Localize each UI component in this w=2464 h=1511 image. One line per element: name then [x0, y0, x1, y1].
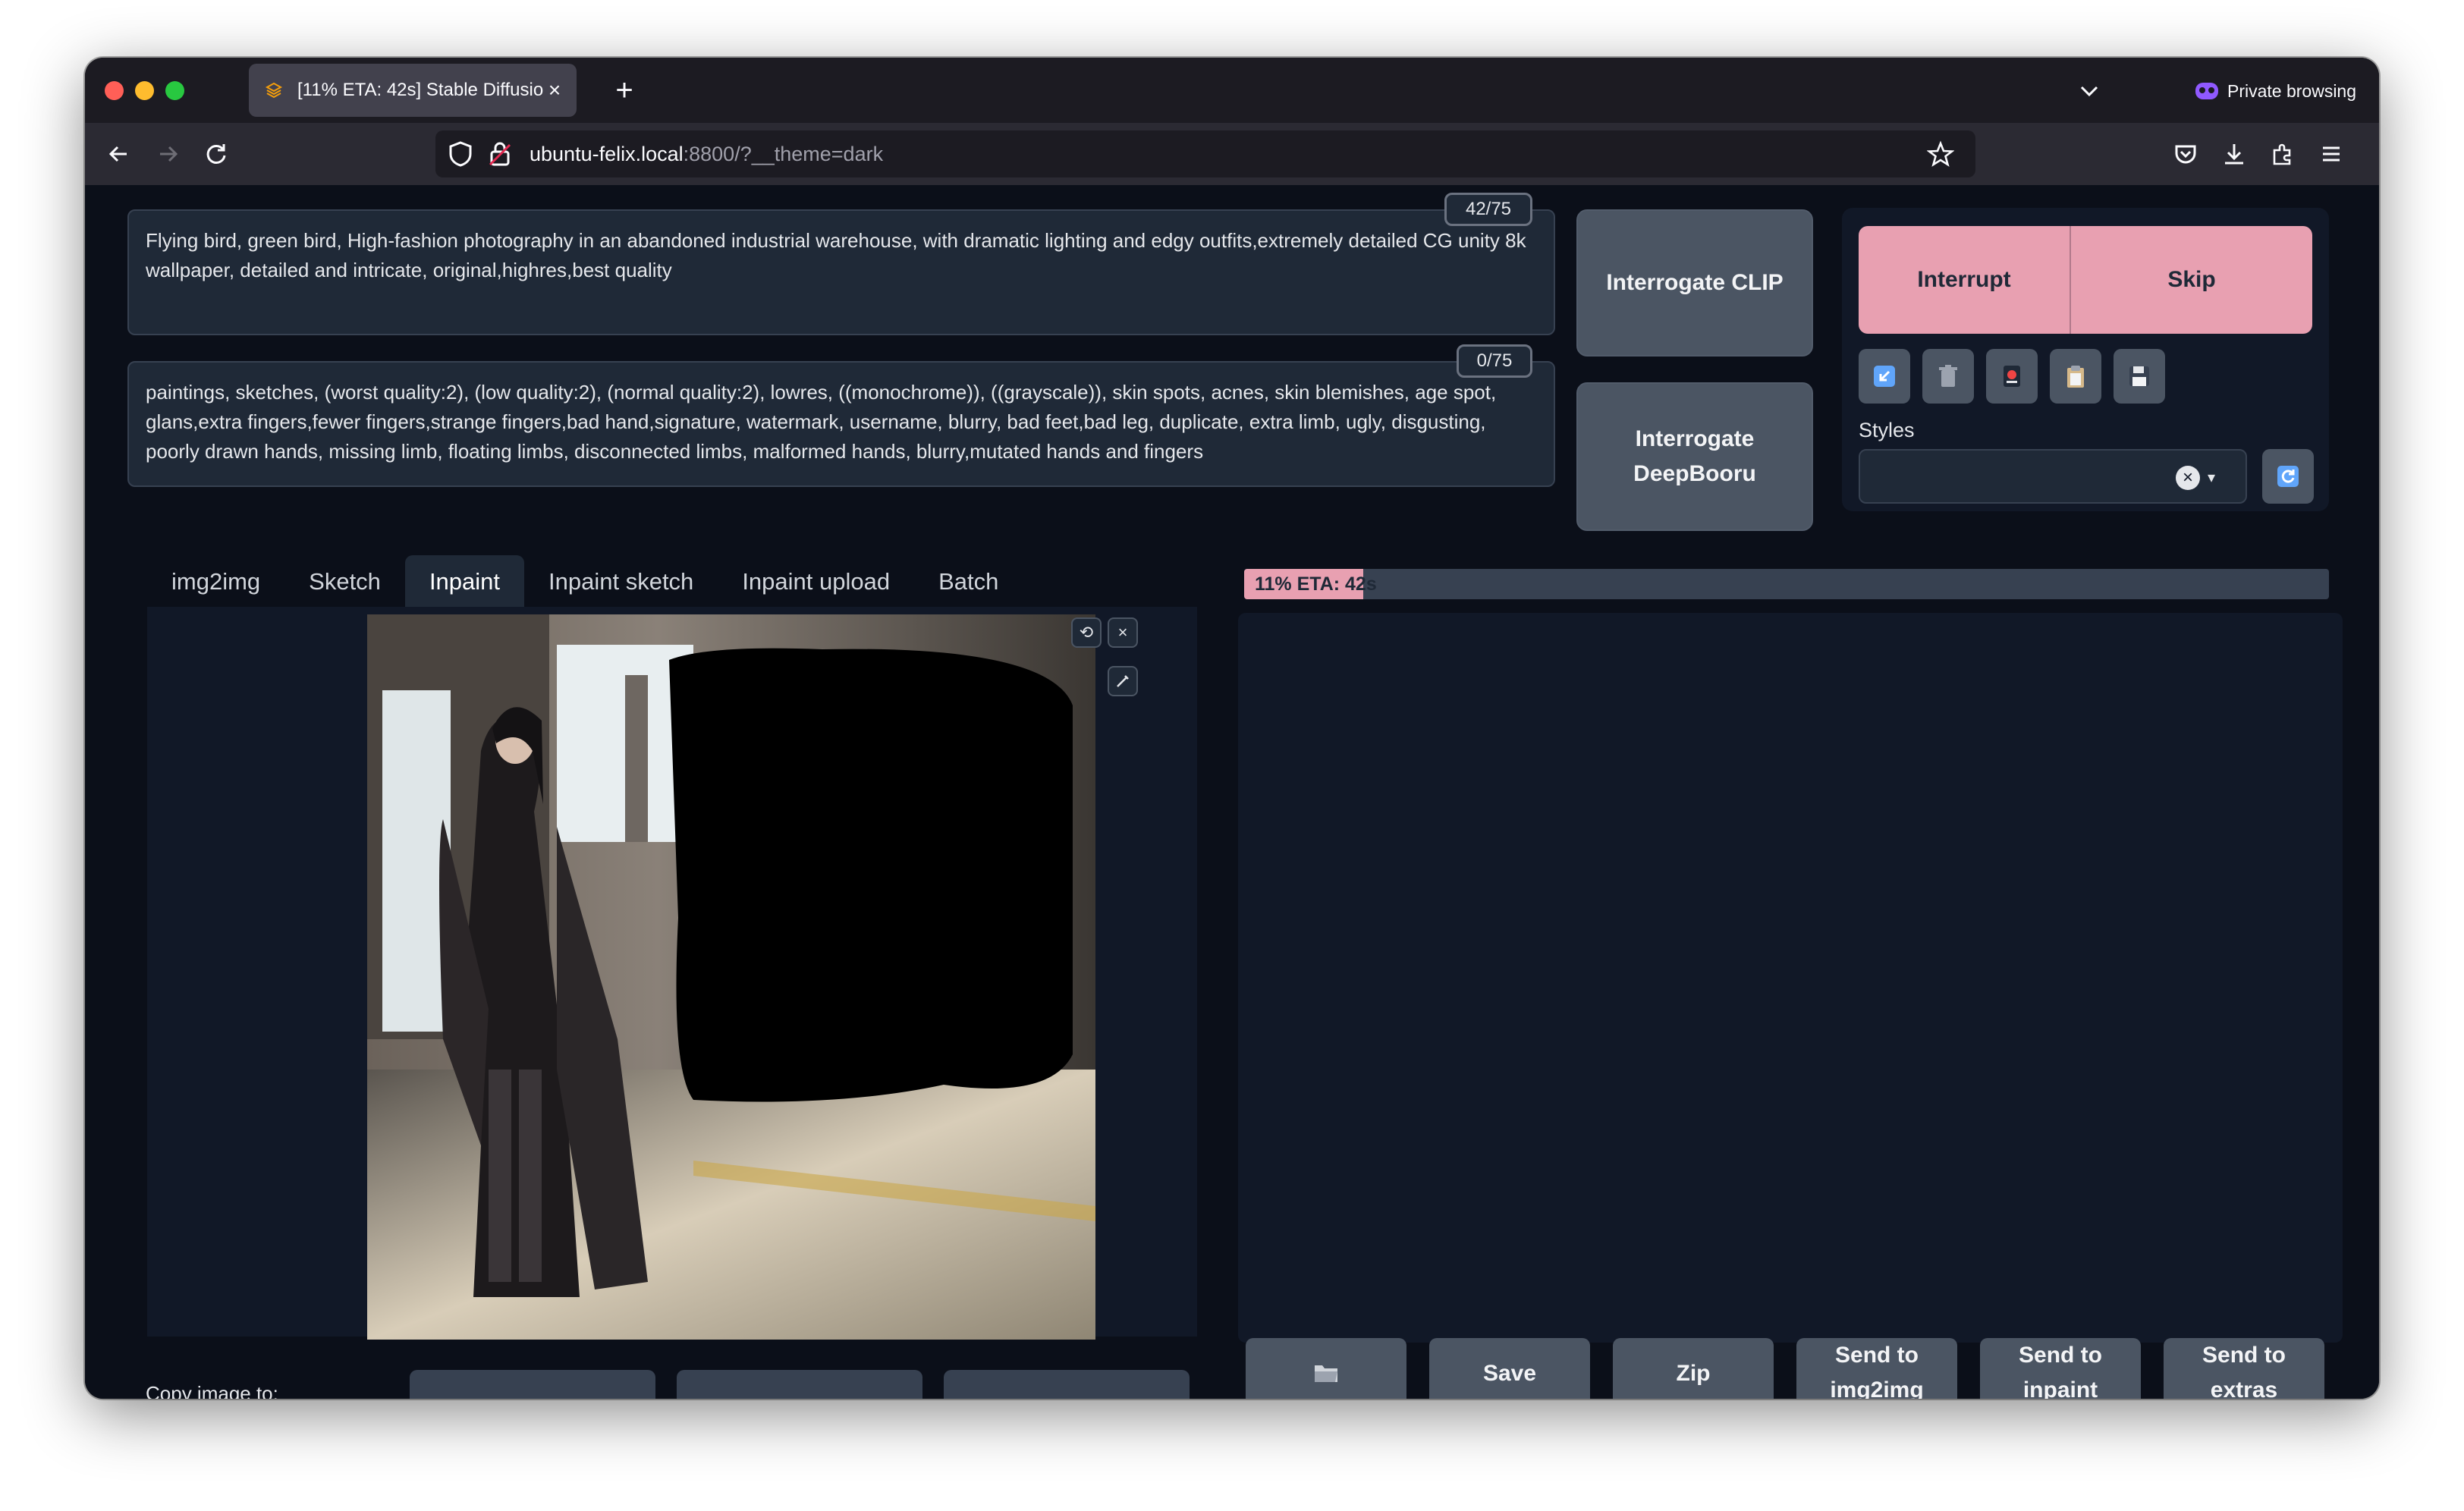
navigation-bar: ubuntu-felix.local:8800/?__theme=dark	[85, 123, 2379, 185]
pocket-icon[interactable]	[2167, 135, 2205, 173]
undo-icon[interactable]: ⟲	[1071, 617, 1102, 648]
send-to-extras-button[interactable]: Send to extras	[2164, 1338, 2324, 1399]
brush-size-icon[interactable]	[1108, 666, 1138, 696]
downloads-icon[interactable]	[2215, 135, 2253, 173]
save-button[interactable]: Save	[1429, 1338, 1590, 1399]
clear-canvas-close-icon[interactable]: ×	[1108, 617, 1138, 648]
url-bar[interactable]: ubuntu-felix.local:8800/?__theme=dark	[435, 130, 1975, 177]
skip-button[interactable]: Skip	[2071, 226, 2312, 334]
tab-sketch[interactable]: Sketch	[284, 555, 405, 608]
dropdown-caret-icon[interactable]: ▾	[2208, 466, 2215, 490]
interrupt-button[interactable]: Interrupt	[1859, 226, 2071, 334]
img2img-mode-tabs: img2img Sketch Inpaint Inpaint sketch In…	[147, 555, 1023, 608]
private-mask-icon	[2195, 83, 2218, 99]
warehouse-portrait-image	[367, 614, 1095, 1340]
forward-arrow-icon[interactable]	[149, 135, 187, 173]
list-all-tabs-chevron-icon[interactable]	[2073, 74, 2106, 108]
tab-img2img[interactable]: img2img	[147, 555, 284, 608]
new-tab-button[interactable]: +	[605, 71, 643, 109]
hamburger-menu-icon[interactable]	[2312, 135, 2350, 173]
private-browsing-label: Private browsing	[2227, 80, 2357, 101]
copy-to-sketch-button[interactable]	[677, 1370, 922, 1399]
folder-icon	[1313, 1359, 1339, 1394]
reload-icon[interactable]	[197, 135, 235, 173]
webui-content: Flying bird, green bird, High-fashion ph…	[85, 185, 2379, 1399]
positive-prompt-text: Flying bird, green bird, High-fashion ph…	[146, 229, 1526, 281]
tab-close-icon[interactable]: ×	[543, 78, 566, 102]
tab-inpaint[interactable]: Inpaint	[404, 555, 525, 608]
progress-text: 11% ETA: 42s	[1255, 573, 1377, 595]
send-to-inpaint-button[interactable]: Send to inpaint	[1980, 1338, 2141, 1399]
negative-token-counter: 0/75	[1457, 344, 1532, 378]
copy-image-to-label: Copy image to:	[146, 1382, 278, 1399]
inpaint-image-canvas[interactable]	[367, 614, 1095, 1340]
interrogate-deepbooru-button[interactable]: Interrogate DeepBooru	[1576, 382, 1813, 531]
clear-styles-icon[interactable]: ×	[2176, 466, 2200, 490]
tab-bar: [11% ETA: 42s] Stable Diffusion × + Priv…	[85, 58, 2379, 123]
browser-tab-active[interactable]: [11% ETA: 42s] Stable Diffusion ×	[249, 64, 577, 117]
close-window-button[interactable]	[105, 81, 124, 100]
extensions-icon[interactable]	[2264, 135, 2302, 173]
private-browsing-indicator: Private browsing	[2195, 76, 2356, 106]
progress-bar: 11% ETA: 42s	[1244, 569, 2329, 599]
url-host: ubuntu-felix.local	[530, 142, 684, 165]
tracking-shield-icon[interactable]	[448, 140, 473, 171]
browser-window: [11% ETA: 42s] Stable Diffusion × + Priv…	[85, 58, 2379, 1399]
positive-prompt-textarea[interactable]: Flying bird, green bird, High-fashion ph…	[127, 209, 1555, 335]
generate-panel: Interrupt Skip Styles × ▾	[1842, 208, 2329, 511]
inpaint-canvas-panel: ⟲ ×	[147, 607, 1197, 1340]
tab-inpaint-sketch[interactable]: Inpaint sketch	[524, 555, 718, 608]
read-params-arrow-icon[interactable]	[1859, 349, 1910, 404]
interrogate-clip-button[interactable]: Interrogate CLIP	[1576, 209, 1813, 357]
zip-button[interactable]: Zip	[1613, 1338, 1774, 1399]
url-text: ubuntu-felix.local:8800/?__theme=dark	[530, 143, 883, 166]
output-gallery	[1238, 613, 2343, 1343]
trash-icon[interactable]	[1922, 349, 1974, 404]
interrupt-skip-group: Interrupt Skip	[1859, 226, 2312, 334]
negative-prompt-textarea[interactable]: paintings, sketches, (worst quality:2), …	[127, 361, 1555, 487]
stable-diffusion-favicon-icon	[264, 80, 284, 100]
insecure-lock-icon[interactable]	[487, 140, 513, 171]
minimize-window-button[interactable]	[135, 81, 154, 100]
open-folder-button[interactable]	[1246, 1338, 1406, 1399]
bookmark-star-icon[interactable]	[1926, 140, 1955, 171]
tab-title: [11% ETA: 42s] Stable Diffusion	[297, 80, 543, 100]
clipboard-icon[interactable]	[2050, 349, 2101, 404]
copy-to-img2img-button[interactable]	[410, 1370, 655, 1399]
back-arrow-icon[interactable]	[100, 135, 138, 173]
styles-label: Styles	[1859, 419, 1915, 441]
styles-dropdown[interactable]: × ▾	[1859, 449, 2247, 504]
send-to-img2img-button[interactable]: Send to img2img	[1796, 1338, 1957, 1399]
negative-prompt-text: paintings, sketches, (worst quality:2), …	[146, 381, 1497, 463]
url-path: :8800/?__theme=dark	[683, 142, 884, 165]
save-style-floppy-icon[interactable]	[2114, 349, 2165, 404]
zoom-window-button[interactable]	[165, 81, 184, 100]
positive-token-counter: 42/75	[1444, 193, 1532, 226]
copy-to-inpaint-button[interactable]	[944, 1370, 1190, 1399]
refresh-styles-icon[interactable]	[2262, 449, 2314, 504]
tab-inpaint-upload[interactable]: Inpaint upload	[718, 555, 914, 608]
extra-networks-card-icon[interactable]	[1986, 349, 2038, 404]
tab-batch[interactable]: Batch	[914, 555, 1023, 608]
